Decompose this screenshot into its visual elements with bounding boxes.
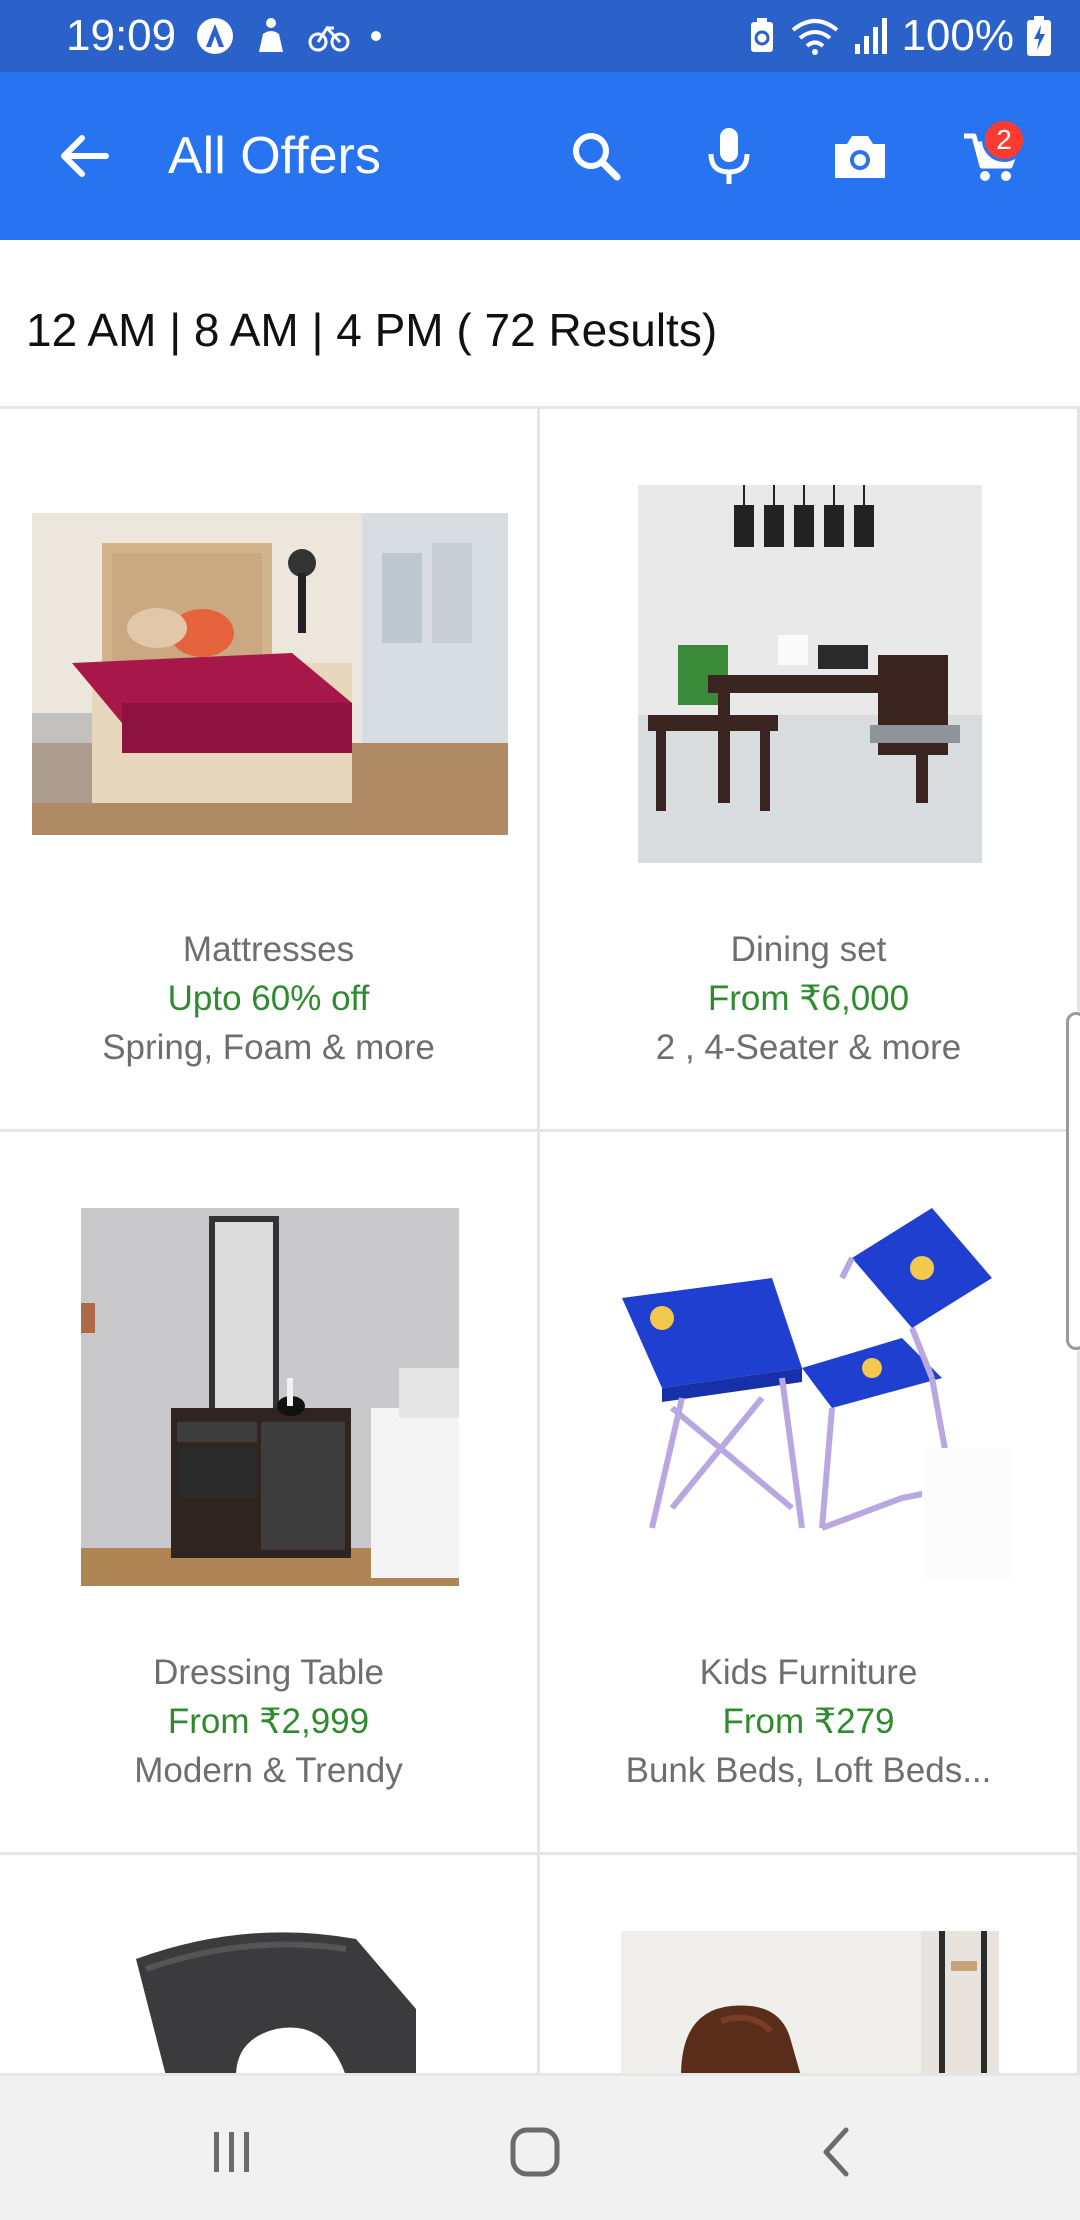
offer-price: From ₹6,000 [707,979,910,1018]
search-icon [573,133,621,181]
offer-card-mattresses[interactable]: Mattresses Upto 60% off Spring, Foam & m… [0,409,540,1132]
battery-percentage: 100% [901,11,1014,60]
offer-price: From ₹2,999 [167,1702,370,1741]
status-right: 100% [747,11,1052,61]
system-navigation-bar [0,2076,1080,2220]
back-nav-button[interactable] [796,2116,880,2188]
dining-set-image [638,485,982,863]
dot-icon [371,31,381,41]
scroll-indicator[interactable] [1066,1012,1080,1350]
signal-icon [855,18,888,54]
status-time: 19:09 [66,11,177,60]
arrow-back-icon [61,135,109,177]
battery-saver-icon [751,18,774,52]
microphone-icon [708,128,750,184]
offer-category-name: Kids Furniture [699,1653,918,1692]
accessibility-icon [259,18,283,52]
offer-card-chair[interactable] [0,1855,540,2076]
offer-card-dining-set[interactable]: Dining set From ₹6,000 2 , 4-Seater & mo… [540,409,1080,1132]
card-text-dressing-table: Dressing Table From ₹2,999 Modern & Tren… [0,1648,537,1795]
wifi-icon [792,19,839,55]
card-text-mattresses: Mattresses Upto 60% off Spring, Foam & m… [0,925,537,1072]
offer-card-recliner[interactable] [540,1855,1080,2076]
cart-button[interactable]: 2 [942,114,1042,198]
chair-image [126,1929,416,2073]
card-text-dining-set: Dining set From ₹6,000 2 , 4-Seater & mo… [540,925,1077,1072]
recent-apps-button[interactable] [190,2116,274,2188]
dressing-table-image [81,1208,459,1586]
offer-card-dressing-table[interactable]: Dressing Table From ₹2,999 Modern & Tren… [0,1132,540,1855]
app-bar: All Offers 2 [0,72,1080,240]
chevron-left-icon [823,2127,849,2177]
offer-category-name: Dining set [730,930,887,969]
card-text-kids-furniture: Kids Furniture From ₹279 Bunk Beds, Loft… [540,1648,1077,1795]
offer-subtitle: Modern & Trendy [134,1751,403,1790]
offer-price: From ₹279 [722,1702,895,1741]
voice-search-button[interactable] [687,114,771,198]
kids-furniture-image [602,1208,1022,1586]
mattress-image [32,513,508,835]
cycling-icon [308,25,350,52]
cart-count-badge: 2 [982,118,1026,162]
offer-subtitle: Spring, Foam & more [102,1028,435,1067]
recent-apps-icon [214,2132,249,2172]
battery-charging-icon [1027,16,1051,56]
results-summary: 12 AM | 8 AM | 4 PM ( 72 Results) [26,304,718,356]
page-title: All Offers [168,127,381,185]
offer-category-name: Mattresses [182,930,355,969]
back-button[interactable] [48,120,120,192]
offer-price: Upto 60% off [167,979,370,1018]
offer-category-name: Dressing Table [153,1653,384,1692]
status-left-icons [195,16,383,56]
home-icon [510,2127,560,2177]
assistant-icon [197,18,233,54]
status-bar: 19:09 100% [0,0,1080,72]
offer-card-kids-furniture[interactable]: Kids Furniture From ₹279 Bunk Beds, Loft… [540,1132,1080,1855]
search-button[interactable] [554,114,638,198]
recliner-image [621,1931,999,2073]
offer-subtitle: Bunk Beds, Loft Beds... [625,1751,992,1790]
camera-icon [835,136,885,178]
offer-subtitle: 2 , 4-Seater & more [655,1028,962,1067]
home-button[interactable] [493,2116,577,2188]
camera-search-button[interactable] [818,114,902,198]
